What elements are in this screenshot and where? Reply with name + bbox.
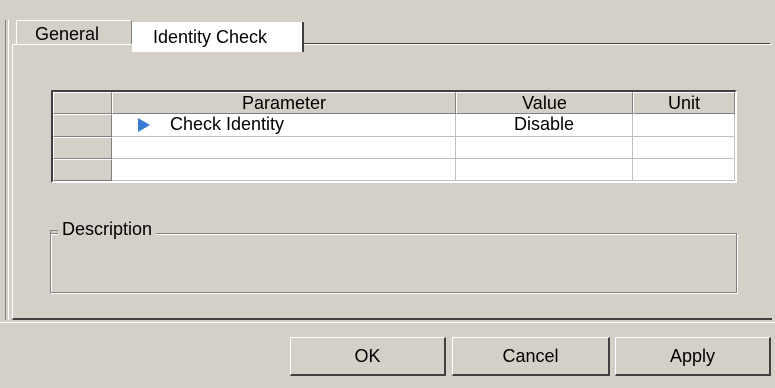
column-header-value[interactable]: Value xyxy=(456,92,633,114)
table-corner-header xyxy=(53,92,112,114)
column-header-value-label: Value xyxy=(522,93,567,113)
dialog: General Identity Check Parameter Value U… xyxy=(0,0,775,388)
column-header-parameter[interactable]: Parameter xyxy=(112,92,456,114)
description-label: Description xyxy=(58,219,157,239)
column-header-unit[interactable]: Unit xyxy=(633,92,735,114)
table-cell-unit[interactable] xyxy=(633,159,735,181)
column-header-unit-label: Unit xyxy=(667,93,700,113)
description-box xyxy=(50,233,737,293)
cancel-button[interactable]: Cancel xyxy=(452,337,610,376)
dialog-frame-edge xyxy=(5,20,9,320)
parameter-value: Disable xyxy=(513,114,575,134)
row-header[interactable] xyxy=(53,114,112,137)
tab-general-label: General xyxy=(35,24,100,44)
table-cell-parameter[interactable] xyxy=(112,159,456,181)
table-cell-parameter[interactable] xyxy=(112,137,456,159)
table-cell-value[interactable] xyxy=(456,159,633,181)
row-header[interactable] xyxy=(53,159,112,181)
expand-arrow-icon[interactable] xyxy=(138,118,150,132)
table-cell-value[interactable]: Disable xyxy=(456,114,633,137)
tab-identity-check-label: Identity Check xyxy=(153,27,268,47)
ok-button[interactable]: OK xyxy=(290,337,446,376)
table-cell-value[interactable] xyxy=(456,137,633,159)
table-cell-parameter[interactable]: Check Identity xyxy=(112,114,456,137)
apply-button[interactable]: Apply xyxy=(615,337,771,376)
parameter-table: Parameter Value Unit Check Identity Disa… xyxy=(51,90,737,183)
row-header[interactable] xyxy=(53,137,112,159)
parameter-name: Check Identity xyxy=(170,114,285,134)
table-cell-unit[interactable] xyxy=(633,137,735,159)
tab-identity-check[interactable]: Identity Check xyxy=(132,22,304,52)
column-header-parameter-label: Parameter xyxy=(241,93,327,113)
table-cell-unit[interactable] xyxy=(633,114,735,137)
